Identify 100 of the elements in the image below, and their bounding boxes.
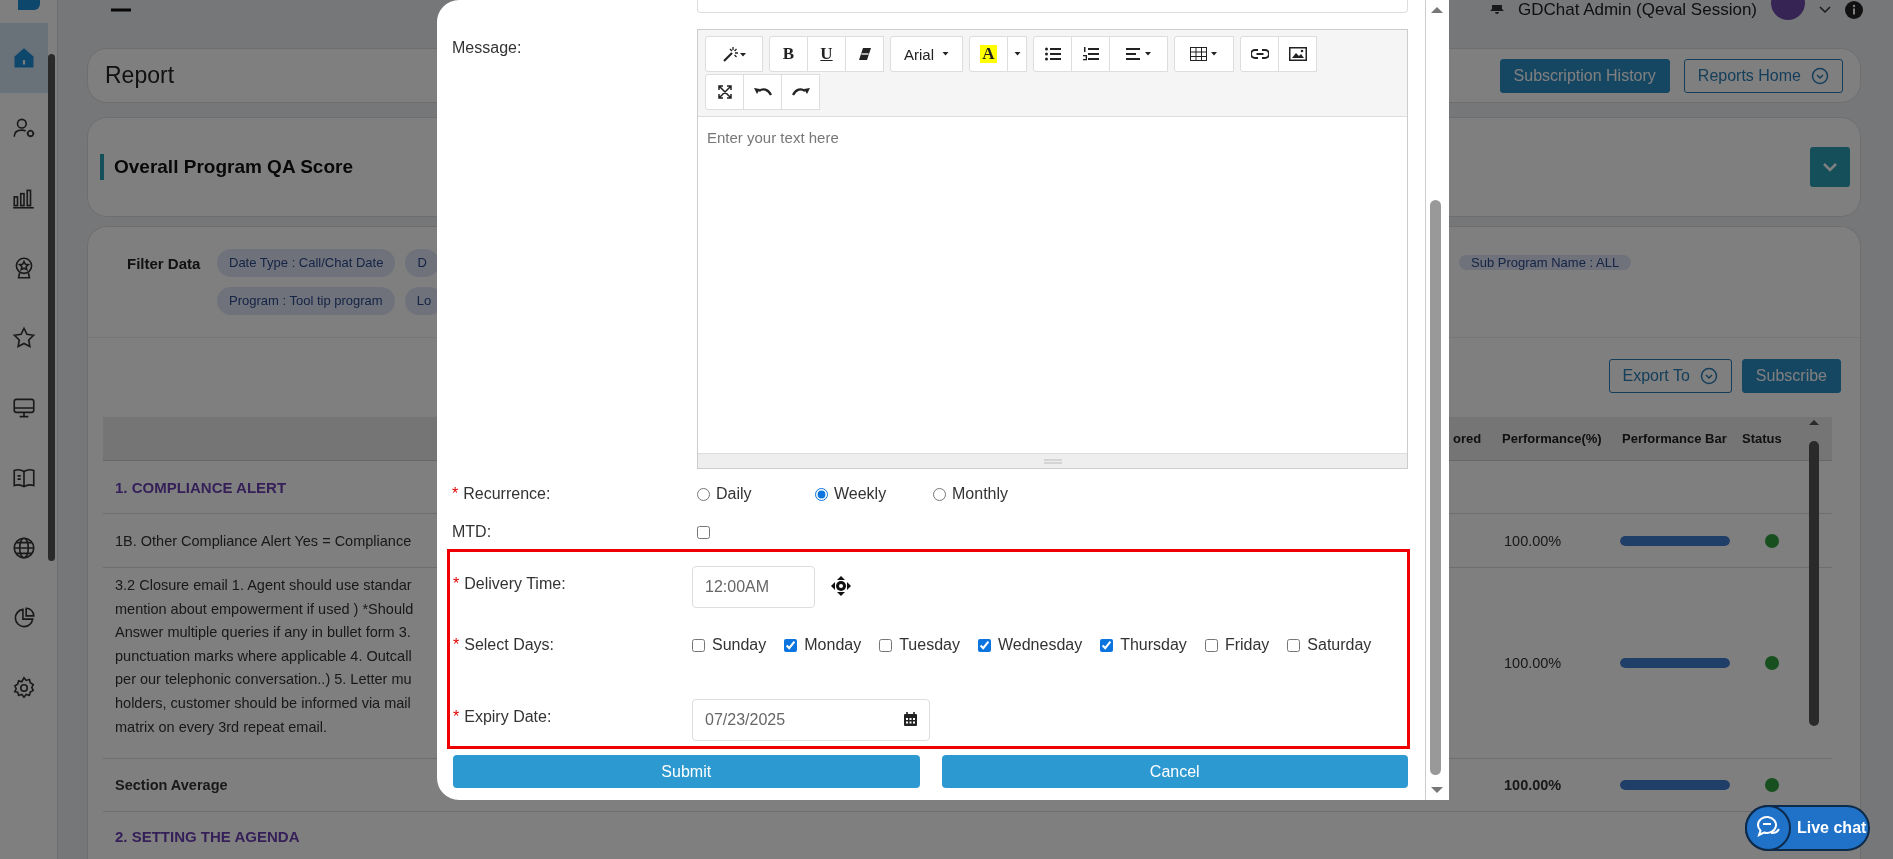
undo-icon: [753, 86, 772, 98]
star-icon: [11, 325, 37, 351]
page-title: Report: [105, 62, 176, 89]
arrow-up-icon[interactable]: [1430, 6, 1444, 14]
live-chat-button[interactable]: Live chat: [1745, 805, 1870, 851]
bullet-list-icon: [1044, 47, 1061, 61]
expand-button[interactable]: [1810, 147, 1850, 187]
radio-button[interactable]: [933, 487, 946, 501]
align-left-icon: [1125, 47, 1152, 61]
option-label: Tuesday: [899, 636, 960, 654]
move-icon[interactable]: [831, 576, 851, 596]
column-header: Status: [1737, 417, 1807, 461]
option-label: Wednesday: [997, 636, 1083, 654]
checkbox[interactable]: [1100, 638, 1114, 652]
chevron-down-icon: [1811, 66, 1829, 85]
chat-bubble-icon: [1745, 805, 1791, 851]
arrow-down-icon[interactable]: [1430, 786, 1444, 794]
accent-bar: [100, 154, 104, 180]
text-color-button[interactable]: A: [969, 36, 1008, 72]
submit-button[interactable]: Submit: [453, 755, 920, 788]
option-label: Monthly: [952, 485, 1009, 503]
image-icon: [1288, 47, 1307, 61]
info-icon[interactable]: [1845, 1, 1863, 19]
option-label: Thursday: [1120, 636, 1187, 654]
field-label: * Delivery Time:: [453, 575, 566, 592]
magic-wand-icon: [722, 46, 746, 62]
font-dropdown[interactable]: Arial: [890, 36, 963, 72]
chevron-down-icon: [1822, 162, 1838, 172]
bold-button[interactable]: B: [769, 36, 808, 72]
resize-handle[interactable]: [698, 453, 1407, 468]
checkbox[interactable]: [784, 638, 798, 652]
field-label: Message:: [452, 39, 522, 56]
filter-label: Filter Data: [127, 254, 202, 272]
fullscreen-button[interactable]: [705, 74, 744, 110]
redo-button[interactable]: [781, 74, 820, 110]
field-label: * Select Days:: [453, 636, 555, 653]
caret-icon: [1013, 52, 1021, 56]
link-icon: [1250, 49, 1269, 59]
field-label: MTD:: [452, 523, 492, 540]
section-heading: 2. SETTING THE AGENDA: [115, 828, 300, 845]
checkbox[interactable]: [1287, 638, 1301, 652]
align-button[interactable]: [1109, 36, 1168, 72]
color-menu-button[interactable]: [1007, 36, 1027, 72]
time-field[interactable]: 12:00AM: [692, 566, 815, 608]
chevron-down-icon[interactable]: [1819, 6, 1831, 14]
calendar-icon[interactable]: [904, 712, 917, 726]
table-button[interactable]: [1174, 36, 1234, 72]
filter-chip: Program : Tool tip program: [217, 287, 395, 315]
table-icon: [1190, 47, 1218, 61]
table-cell: 100.00%: [1504, 655, 1562, 671]
status-dot: [1765, 656, 1779, 670]
input-field[interactable]: [697, 0, 1408, 13]
checkbox[interactable]: [977, 638, 991, 652]
filter-chip: Sub Program Name : ALL: [1459, 255, 1632, 270]
redo-icon: [791, 86, 810, 98]
option-label: Monday: [804, 636, 862, 654]
section-heading: 1. COMPLIANCE ALERT: [115, 478, 287, 496]
checkbox[interactable]: [697, 525, 710, 539]
option-label: Daily: [716, 485, 752, 503]
table-cell: 100.00%: [1504, 532, 1562, 549]
section-title: Overall Program QA Score: [114, 156, 353, 178]
globe-icon: [11, 535, 37, 561]
column-header: Performance Bar: [1612, 417, 1737, 461]
filter-chip: Date Type : Call/Chat Date: [217, 249, 396, 277]
date-field[interactable]: 07/23/2025: [692, 699, 930, 741]
undo-button[interactable]: [743, 74, 782, 110]
radio-button[interactable]: [697, 487, 710, 501]
filter-chip: D: [405, 249, 439, 277]
checkbox[interactable]: [1204, 638, 1218, 652]
chevron-down-icon: [1699, 367, 1718, 385]
option-label: Friday: [1224, 636, 1270, 654]
numbered-list-button[interactable]: [1071, 36, 1110, 72]
cancel-button[interactable]: Cancel: [941, 755, 1408, 788]
style-button[interactable]: [705, 36, 763, 72]
link-button[interactable]: [1240, 36, 1279, 72]
rich-text-editor[interactable]: B U Arial A Enter your text here: [697, 29, 1408, 469]
bell-icon[interactable]: [1489, 5, 1504, 15]
scrollbar[interactable]: [1425, 0, 1449, 800]
image-button[interactable]: [1278, 36, 1317, 72]
scrollbar-thumb[interactable]: [1430, 200, 1441, 775]
scrollbar-thumb[interactable]: [1809, 441, 1819, 726]
status-dot: [1765, 778, 1779, 792]
checkbox[interactable]: [879, 638, 893, 652]
eraser-button[interactable]: [845, 36, 884, 72]
user-name: GDChat Admin (Qeval Session): [1517, 0, 1757, 20]
eraser-icon: [857, 47, 872, 61]
table-cell: 1B. Other Compliance Alert Yes = Compliance: [115, 532, 412, 549]
underline-button[interactable]: U: [807, 36, 846, 72]
caret-icon: [942, 52, 949, 56]
fullscreen-icon: [717, 85, 732, 99]
scrollbar[interactable]: [48, 54, 55, 561]
numbered-list-icon: [1082, 47, 1099, 61]
checkbox[interactable]: [692, 638, 705, 652]
bullet-list-button[interactable]: [1033, 36, 1072, 72]
field-label: * Expiry Date:: [453, 708, 552, 725]
radio-button[interactable]: [815, 487, 828, 501]
table-cell: Section Average: [115, 777, 228, 793]
field-label: * Recurrence:: [452, 485, 551, 502]
option-label: Saturday: [1307, 636, 1372, 654]
column-header: Performance(%): [1492, 417, 1612, 461]
